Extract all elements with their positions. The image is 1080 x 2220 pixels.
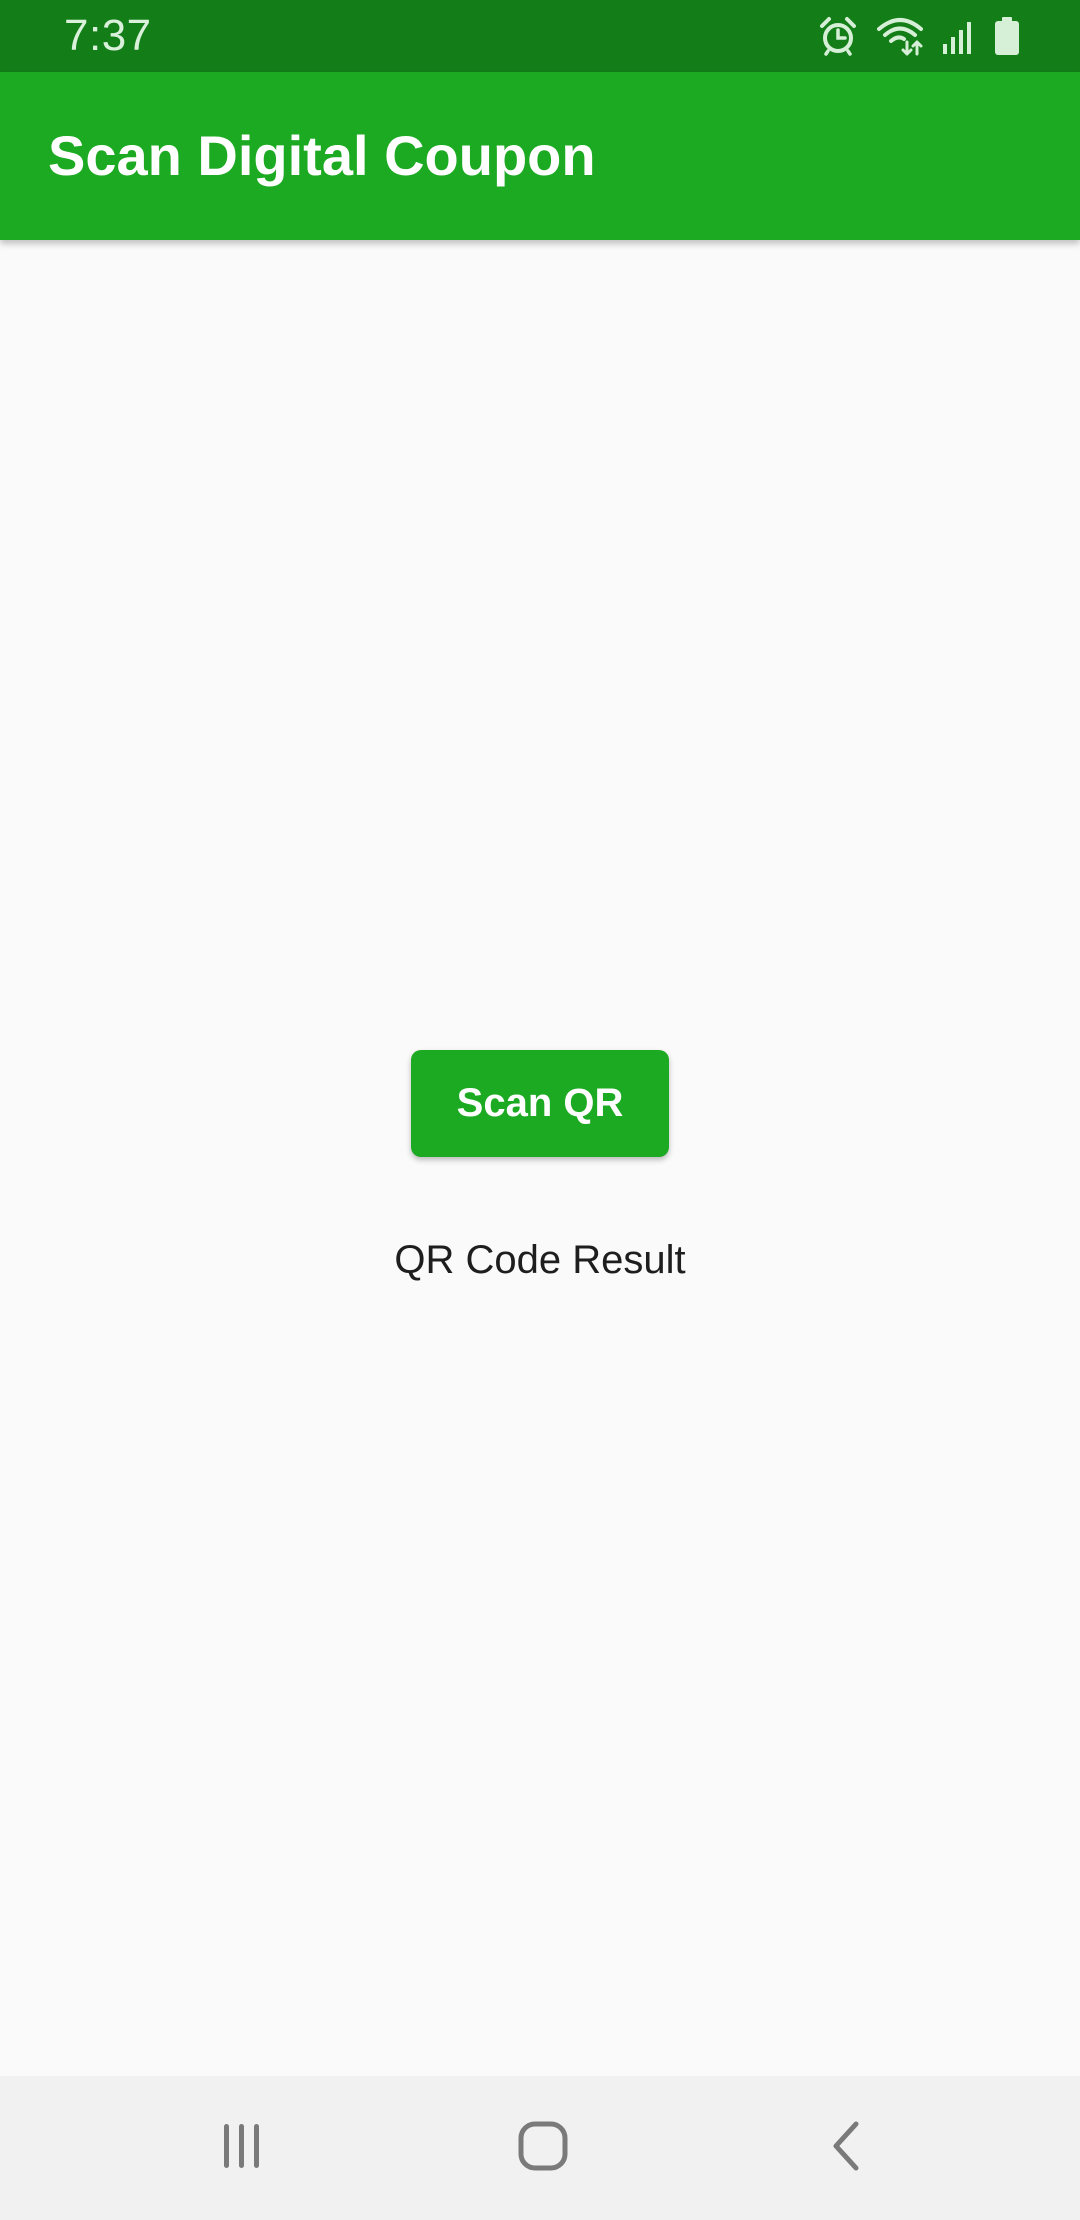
status-icons [818, 14, 1020, 58]
status-bar: 7:37 [0, 0, 1080, 72]
recents-button[interactable] [162, 2076, 322, 2220]
qr-result-text: QR Code Result [394, 1238, 686, 1282]
back-icon [826, 2120, 866, 2177]
status-time: 7:37 [64, 11, 152, 60]
navigation-bar [0, 2076, 1080, 2220]
alarm-icon [818, 16, 858, 56]
battery-icon [994, 16, 1020, 56]
home-icon [517, 2120, 569, 2177]
recents-icon [218, 2122, 266, 2175]
screen: 7:37 Scan Digital Coupon Scan QR QR Code… [0, 0, 1080, 2220]
app-bar: Scan Digital Coupon [0, 72, 1080, 240]
signal-icon [942, 16, 976, 56]
home-button[interactable] [463, 2076, 623, 2220]
wifi-icon [876, 16, 924, 56]
scan-qr-button[interactable]: Scan QR [411, 1050, 669, 1157]
app-title: Scan Digital Coupon [48, 124, 596, 187]
back-button[interactable] [766, 2076, 926, 2220]
